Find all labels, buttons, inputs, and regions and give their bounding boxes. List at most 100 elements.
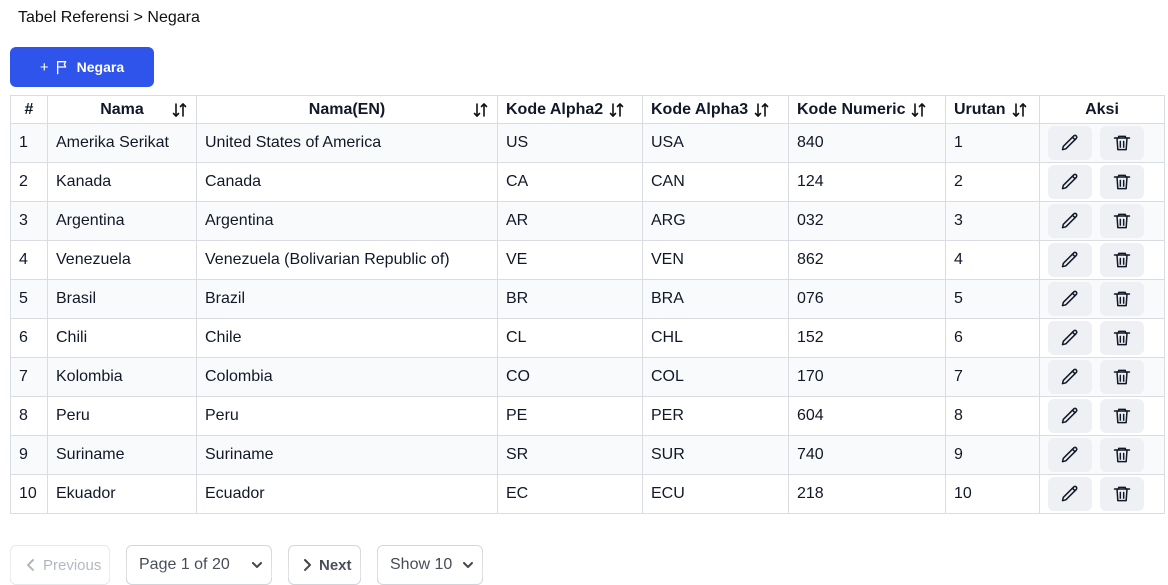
delete-button[interactable] xyxy=(1100,165,1144,199)
sort-arrows-icon[interactable] xyxy=(1012,102,1028,118)
trash-icon xyxy=(1112,406,1132,426)
cell-nama: Brasil xyxy=(47,279,197,319)
cell-alpha2: PE xyxy=(497,396,643,436)
cell-nama: Venezuela xyxy=(47,240,197,280)
header-alpha3[interactable]: Kode Alpha3 xyxy=(642,95,789,124)
cell-nama-en: Suriname xyxy=(196,435,498,475)
trash-icon xyxy=(1112,172,1132,192)
cell-urutan: 6 xyxy=(945,318,1040,358)
edit-button[interactable] xyxy=(1048,282,1092,316)
cell-nama-en: Ecuador xyxy=(196,474,498,514)
sort-arrows-icon[interactable] xyxy=(911,102,927,118)
pencil-icon xyxy=(1060,211,1080,231)
cell-numeric: 152 xyxy=(788,318,946,358)
delete-button[interactable] xyxy=(1100,243,1144,277)
cell-nama-en: Venezuela (Bolivarian Republic of) xyxy=(196,240,498,280)
cell-urutan: 10 xyxy=(945,474,1040,514)
cell-alpha2: AR xyxy=(497,201,643,241)
header-nama-en[interactable]: Nama(EN) xyxy=(196,95,498,124)
cell-nama: Ekuador xyxy=(47,474,197,514)
table-row: 2 Kanada Canada CA CAN 124 2 xyxy=(10,162,1165,202)
header-alpha2[interactable]: Kode Alpha2 xyxy=(497,95,643,124)
add-country-label: Negara xyxy=(76,59,125,75)
header-urutan[interactable]: Urutan xyxy=(945,95,1040,124)
cell-numeric: 170 xyxy=(788,357,946,397)
trash-icon xyxy=(1112,484,1132,504)
delete-button[interactable] xyxy=(1100,399,1144,433)
add-country-button[interactable]: + Negara xyxy=(10,47,154,87)
next-button[interactable]: Next xyxy=(288,545,361,585)
page-select-value: Page 1 of 20 xyxy=(139,556,230,573)
chevron-right-icon xyxy=(301,558,313,572)
edit-button[interactable] xyxy=(1048,204,1092,238)
edit-button[interactable] xyxy=(1048,438,1092,472)
edit-button[interactable] xyxy=(1048,165,1092,199)
edit-button[interactable] xyxy=(1048,477,1092,511)
cell-alpha3: VEN xyxy=(642,240,789,280)
cell-actions xyxy=(1039,474,1165,514)
cell-actions xyxy=(1039,435,1165,475)
trash-icon xyxy=(1112,445,1132,465)
header-index: # xyxy=(10,95,48,124)
delete-button[interactable] xyxy=(1100,126,1144,160)
cell-index: 1 xyxy=(10,123,48,163)
sort-arrows-icon[interactable] xyxy=(473,102,489,118)
table-header-row: # Nama Nama(EN) Kode Alpha2 Kode Alpha3 … xyxy=(10,95,1165,124)
header-nama[interactable]: Nama xyxy=(47,95,197,124)
cell-nama: Kanada xyxy=(47,162,197,202)
cell-numeric: 604 xyxy=(788,396,946,436)
cell-index: 3 xyxy=(10,201,48,241)
cell-numeric: 032 xyxy=(788,201,946,241)
delete-button[interactable] xyxy=(1100,204,1144,238)
table-row: 3 Argentina Argentina AR ARG 032 3 xyxy=(10,201,1165,241)
flag-icon xyxy=(55,59,71,75)
delete-button[interactable] xyxy=(1100,282,1144,316)
pencil-icon xyxy=(1060,445,1080,465)
previous-label: Previous xyxy=(43,556,102,574)
page-select[interactable]: Page 1 of 20 xyxy=(126,545,272,585)
cell-nama: Suriname xyxy=(47,435,197,475)
cell-actions xyxy=(1039,240,1165,280)
cell-nama-en: Argentina xyxy=(196,201,498,241)
cell-actions xyxy=(1039,123,1165,163)
edit-button[interactable] xyxy=(1048,321,1092,355)
sort-arrows-icon[interactable] xyxy=(609,102,625,118)
edit-button[interactable] xyxy=(1048,243,1092,277)
delete-button[interactable] xyxy=(1100,321,1144,355)
cell-urutan: 4 xyxy=(945,240,1040,280)
cell-alpha3: ECU xyxy=(642,474,789,514)
header-numeric[interactable]: Kode Numeric xyxy=(788,95,946,124)
chevron-down-icon xyxy=(462,561,474,569)
cell-alpha3: COL xyxy=(642,357,789,397)
cell-alpha2: BR xyxy=(497,279,643,319)
cell-numeric: 740 xyxy=(788,435,946,475)
page-size-select[interactable]: Show 10 xyxy=(377,545,483,585)
edit-button[interactable] xyxy=(1048,126,1092,160)
cell-alpha3: BRA xyxy=(642,279,789,319)
cell-numeric: 840 xyxy=(788,123,946,163)
sort-arrows-icon[interactable] xyxy=(754,102,770,118)
edit-button[interactable] xyxy=(1048,399,1092,433)
cell-index: 5 xyxy=(10,279,48,319)
previous-button[interactable]: Previous xyxy=(10,545,110,585)
cell-urutan: 2 xyxy=(945,162,1040,202)
cell-nama-en: Chile xyxy=(196,318,498,358)
cell-alpha2: VE xyxy=(497,240,643,280)
delete-button[interactable] xyxy=(1100,438,1144,472)
cell-numeric: 218 xyxy=(788,474,946,514)
cell-index: 10 xyxy=(10,474,48,514)
delete-button[interactable] xyxy=(1100,360,1144,394)
cell-urutan: 7 xyxy=(945,357,1040,397)
edit-button[interactable] xyxy=(1048,360,1092,394)
cell-alpha2: CL xyxy=(497,318,643,358)
delete-button[interactable] xyxy=(1100,477,1144,511)
cell-urutan: 8 xyxy=(945,396,1040,436)
cell-urutan: 1 xyxy=(945,123,1040,163)
breadcrumb: Tabel Referensi > Negara xyxy=(18,9,200,26)
pencil-icon xyxy=(1060,133,1080,153)
sort-arrows-icon[interactable] xyxy=(172,102,188,118)
plus-icon: + xyxy=(39,58,49,76)
cell-alpha2: US xyxy=(497,123,643,163)
cell-nama: Chili xyxy=(47,318,197,358)
cell-nama: Argentina xyxy=(47,201,197,241)
